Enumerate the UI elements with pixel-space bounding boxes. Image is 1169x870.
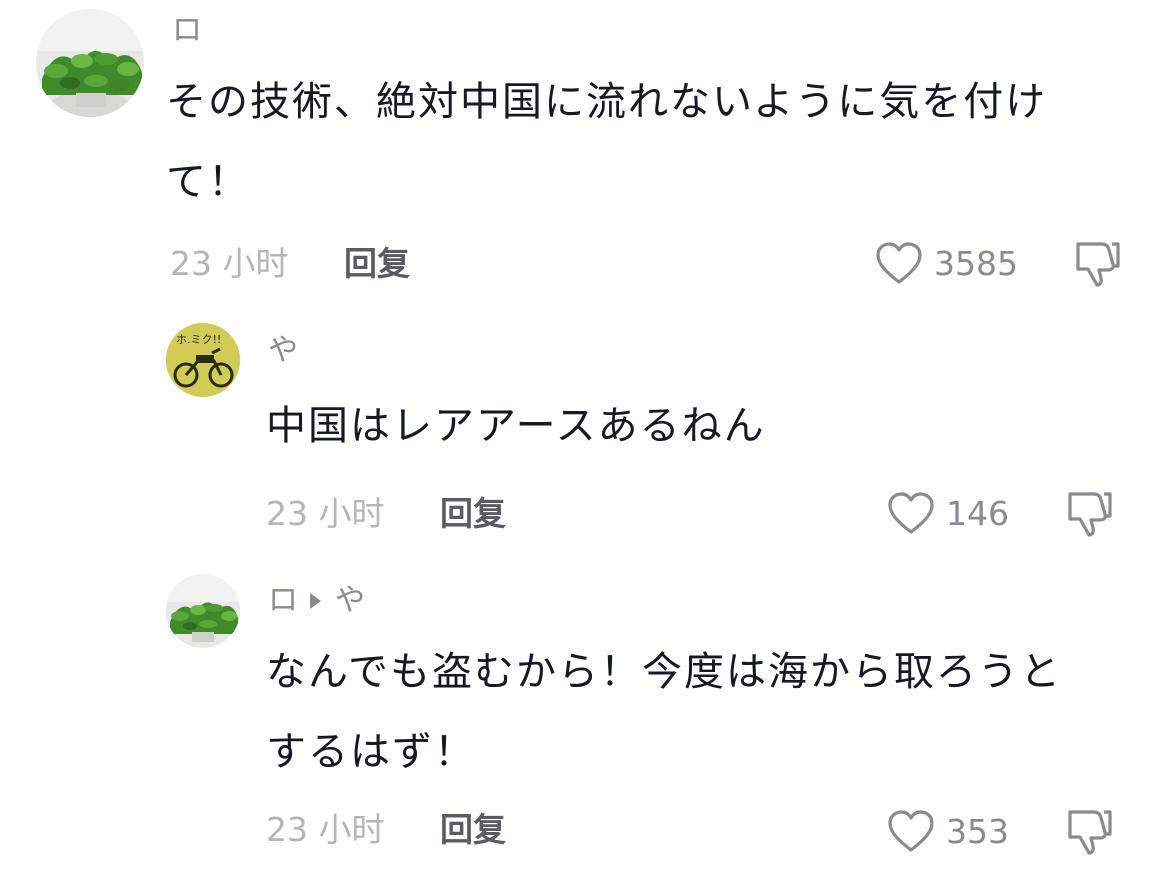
heart-icon <box>888 810 934 852</box>
reply-arrow-icon <box>310 593 321 609</box>
comment-time: 23 小时 <box>170 244 289 283</box>
like-button[interactable]: 146 <box>886 490 1009 536</box>
dislike-button[interactable] <box>1064 806 1116 860</box>
reply-item: ロ や なんでも盗むから！今度は海から取ろうと するはず！ 23 小时 回复 3… <box>0 560 1169 870</box>
reply-button[interactable]: 回复 <box>344 244 410 284</box>
comment-item: ロ その技術、絶対中国に流れないように気を付け て！ 23 小时 回复 3585 <box>0 0 1169 300</box>
comment-time: 23 小时 <box>266 810 385 849</box>
dislike-button[interactable] <box>1064 488 1116 542</box>
comment-text: その技術、絶対中国に流れないように気を付け て！ <box>166 79 1048 205</box>
like-count: 146 <box>946 493 1009 533</box>
like-button[interactable]: 3585 <box>874 240 1018 286</box>
comment-text: なんでも盗むから！今度は海から取ろうと するはず！ <box>266 649 1062 775</box>
heart-icon <box>876 242 922 284</box>
avatar[interactable]: ホ.ミク!! <box>166 323 240 397</box>
comment-username[interactable]: や <box>268 334 298 368</box>
thumbs-down-icon <box>1068 810 1112 855</box>
thumbs-down-icon <box>1076 242 1120 287</box>
reply-button[interactable]: 回复 <box>440 494 506 534</box>
avatar[interactable] <box>166 574 240 648</box>
like-button[interactable]: 353 <box>886 808 1009 854</box>
svg-text:ホ.ミク!!: ホ.ミク!! <box>176 333 221 346</box>
comment-username: ロ や <box>268 584 365 618</box>
avatar[interactable] <box>36 9 144 117</box>
like-count: 353 <box>946 811 1009 851</box>
reply-button[interactable]: 回复 <box>440 810 506 850</box>
comment-username[interactable]: ロ <box>172 14 202 48</box>
author-name[interactable]: ロ <box>268 584 298 618</box>
comment-text: 中国はレアアースあるねん <box>266 403 766 449</box>
thumbs-down-icon <box>1068 492 1112 537</box>
comment-time: 23 小时 <box>266 494 385 533</box>
heart-icon <box>888 492 934 534</box>
reply-to-name[interactable]: や <box>335 584 365 618</box>
reply-item: ホ.ミク!! や 中国はレアアースあるねん 23 小时 回复 146 <box>0 300 1169 560</box>
dislike-button[interactable] <box>1072 238 1124 292</box>
like-count: 3585 <box>934 243 1018 283</box>
